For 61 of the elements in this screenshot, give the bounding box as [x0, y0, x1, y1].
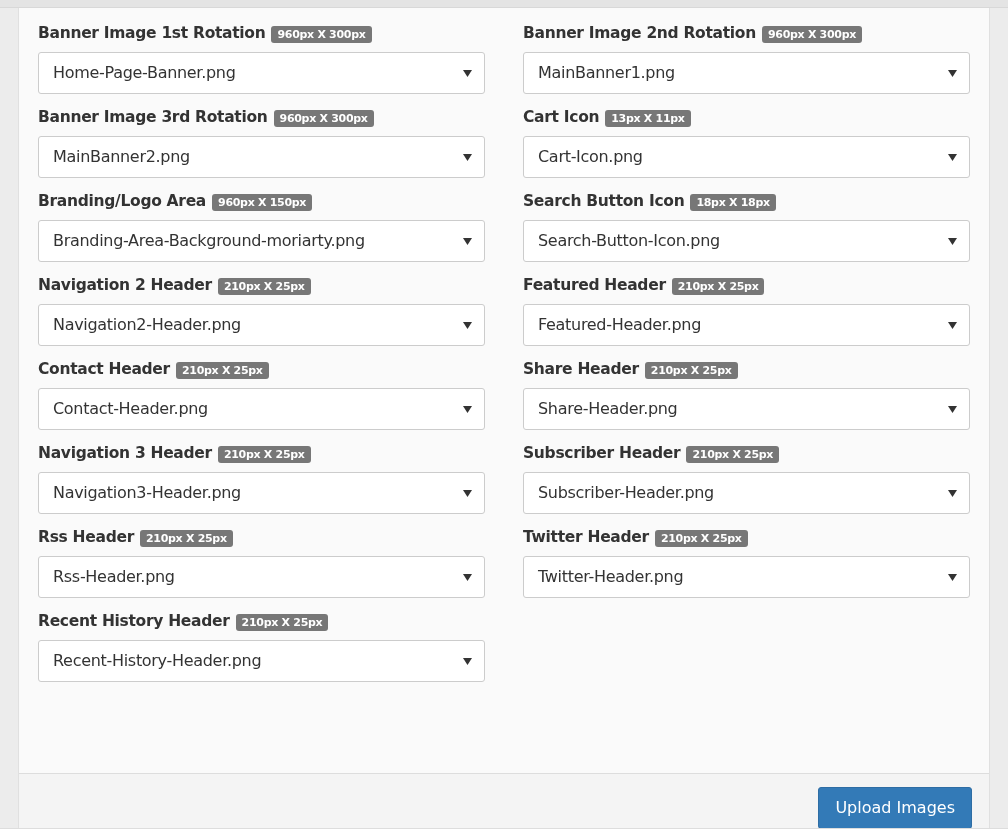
field-label: Cart Icon — [523, 107, 600, 129]
select-field[interactable]: MainBanner2.png — [38, 136, 485, 178]
caret-icon — [948, 321, 957, 329]
select-field[interactable]: Subscriber-Header.png — [523, 472, 970, 514]
caret-icon — [463, 489, 472, 497]
select-field[interactable]: Branding-Area-Background-moriarty.png — [38, 220, 485, 262]
field-label: Twitter Header — [523, 527, 649, 549]
select-field[interactable]: Cart-Icon.png — [523, 136, 970, 178]
caret-icon — [463, 573, 472, 581]
field-label: Recent History Header — [38, 611, 230, 633]
caret-icon — [463, 405, 472, 413]
field-label: Share Header — [523, 359, 639, 381]
caret-icon — [463, 657, 472, 665]
caret-icon — [463, 69, 472, 77]
select-field[interactable]: Featured-Header.png — [523, 304, 970, 346]
field-label: Rss Header — [38, 527, 134, 549]
select-field[interactable]: MainBanner1.png — [523, 52, 970, 94]
size-badge: 210px X 25px — [644, 361, 738, 379]
size-badge: 210px X 25px — [140, 529, 233, 547]
size-badge: 210px X 25px — [235, 613, 329, 631]
caret-icon — [463, 153, 472, 161]
field-label: Contact Header — [38, 359, 170, 381]
select-field[interactable]: Home-Page-Banner.png — [38, 52, 485, 94]
field-label: Featured Header — [523, 275, 666, 297]
select-field[interactable]: Search-Button-Icon.png — [523, 220, 970, 262]
caret-icon — [948, 489, 957, 497]
field-label: Navigation 3 Header — [38, 443, 212, 465]
caret-icon — [948, 573, 957, 581]
select-field[interactable]: Rss-Header.png — [38, 556, 485, 598]
size-badge: 960px X 300px — [271, 25, 372, 43]
size-badge: 210px X 25px — [217, 277, 311, 295]
caret-icon — [948, 153, 957, 161]
field-label: Banner Image 3rd Rotation — [38, 107, 268, 129]
field-label: Search Button Icon — [523, 191, 685, 213]
upload-images-button[interactable]: Upload Images — [818, 787, 972, 829]
select-field[interactable]: Twitter-Header.png — [523, 556, 970, 598]
size-badge: 960px X 150px — [212, 193, 313, 211]
field-label: Subscriber Header — [523, 443, 681, 465]
size-badge: 210px X 25px — [654, 529, 748, 547]
select-field[interactable]: Recent-History-Header.png — [38, 640, 485, 682]
caret-icon — [948, 69, 957, 77]
size-badge: 210px X 25px — [686, 445, 780, 463]
size-badge: 210px X 25px — [175, 361, 269, 379]
caret-icon — [463, 321, 472, 329]
field-label: Branding/Logo Area — [38, 191, 207, 213]
size-badge: 960px X 300px — [273, 109, 374, 127]
size-badge: 18px X 18px — [690, 193, 776, 211]
select-field[interactable]: Contact-Header.png — [38, 388, 485, 430]
size-badge: 210px X 25px — [217, 445, 311, 463]
size-badge: 210px X 25px — [671, 277, 765, 295]
caret-icon — [948, 405, 957, 413]
field-label: Banner Image 1st Rotation — [38, 23, 266, 45]
field-label: Navigation 2 Header — [38, 275, 212, 297]
caret-icon — [463, 237, 472, 245]
field-label: Banner Image 2nd Rotation — [523, 23, 756, 45]
size-badge: 13px X 11px — [605, 109, 691, 127]
size-badge: 960px X 300px — [761, 25, 863, 43]
select-field[interactable]: Share-Header.png — [523, 388, 970, 430]
select-field[interactable]: Navigation3-Header.png — [38, 472, 485, 514]
caret-icon — [948, 237, 957, 245]
select-field[interactable]: Navigation2-Header.png — [38, 304, 485, 346]
